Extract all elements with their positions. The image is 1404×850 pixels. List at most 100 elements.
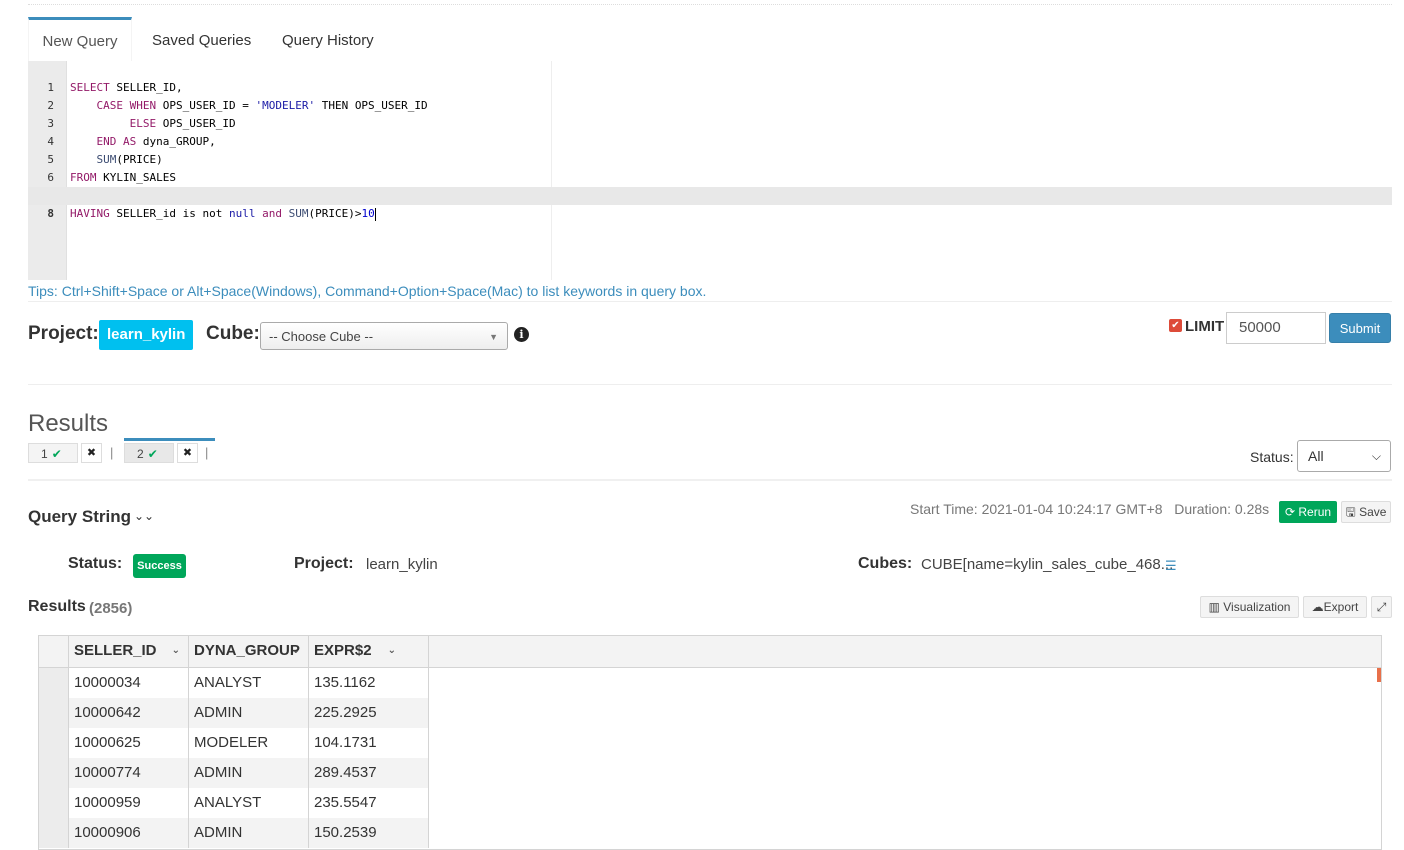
table-cell: 10000774 [69,758,189,788]
code-line: 1 SELECT SELLER_ID, [28,61,1392,94]
project-info-label: Project: [294,555,354,572]
save-label: Save [1359,505,1387,519]
visualization-button[interactable]: ▥ Visualization [1200,596,1299,618]
start-time: Start Time: 2021-01-04 10:24:17 GMT+8 [910,501,1163,517]
column-header-label: SELLER_ID [74,642,157,659]
project-badge[interactable]: learn_kylin [99,320,194,350]
chevron-down-icon[interactable]: ⌄⌄ [134,509,154,523]
chevron-down-icon[interactable]: ⌄ [292,636,300,666]
column-header[interactable]: EXPR$2 ⌄ [309,636,429,667]
tab-separator: | [110,445,114,460]
table-cell: 10000034 [69,668,189,698]
check-icon: ✔ [147,447,158,461]
close-icon[interactable]: ✖ [81,443,102,463]
sql-editor[interactable]: 1 SELECT SELLER_ID, 2 CASE WHEN OPS_USER_… [28,61,1392,280]
row-selector[interactable] [39,758,69,788]
scrollbar-marker[interactable] [1377,668,1381,682]
result-tab-1[interactable]: 1 ✔ [28,443,78,463]
column-header[interactable]: SELLER_ID ⌄ [69,636,189,667]
line-number: 8 [47,207,54,220]
results-count: (2856) [89,600,133,617]
results-heading: Results [28,410,109,437]
close-icon[interactable]: ✖ [177,443,198,463]
grid-header: SELLER_ID ⌄ DYNA_GROUP ⌄ EXPR$2 ⌄ [39,636,1381,668]
row-selector[interactable] [39,788,69,818]
top-divider [28,4,1392,5]
expand-icon[interactable]: ⤢ [1371,596,1392,618]
table-cell: 235.5547 [309,788,429,818]
table-cell: 10000959 [69,788,189,818]
info-icon[interactable]: i [514,327,529,342]
tab-separator: | [205,445,209,460]
table-row[interactable]: 10000642 ADMIN 225.2925 [39,698,429,728]
refresh-icon: ⟳ [1284,505,1296,519]
editor-tips: Tips: Ctrl+Shift+Space or Alt+Space(Wind… [28,283,707,299]
result-tab-2[interactable]: 2 ✔ [124,443,174,463]
table-cell: 225.2925 [309,698,429,728]
code-line: 3 ELSE OPS_USER_ID [28,97,1392,130]
table-cell: 104.1731 [309,728,429,758]
list-icon[interactable]: ☰ [1165,558,1177,574]
row-selector[interactable] [39,668,69,698]
table-row[interactable]: 10000625 MODELER 104.1731 [39,728,429,758]
code-line: 4 END AS dyna_GROUP, [28,115,1392,148]
column-header[interactable]: DYNA_GROUP ⌄ [189,636,309,667]
save-button[interactable]: 🖫 Save [1341,501,1391,523]
result-tab-label: 2 [137,447,144,461]
tab-query-history[interactable]: Query History [282,17,374,61]
chevron-down-icon[interactable]: ⌄ [388,636,396,666]
table-cell: ANALYST [189,668,309,698]
project-info-value: learn_kylin [366,556,438,573]
query-meta: Start Time: 2021-01-04 10:24:17 GMT+8 Du… [910,501,1269,517]
table-cell: 10000625 [69,728,189,758]
column-header-label: DYNA_GROUP [194,642,300,659]
results-grid[interactable]: SELLER_ID ⌄ DYNA_GROUP ⌄ EXPR$2 ⌄ 10000034 … [38,635,1382,850]
floppy-icon: 🖫 [1345,505,1356,519]
project-label: Project: [28,323,99,344]
submit-button[interactable]: Submit [1329,313,1391,343]
row-selector[interactable] [39,698,69,728]
limit-checkbox[interactable]: ✔ [1169,319,1182,332]
column-header-label: EXPR$2 [314,642,372,659]
query-string-title[interactable]: Query String [28,507,131,527]
cube-label: Cube: [206,323,260,344]
duration: Duration: 0.28s [1174,501,1270,517]
limit-label: LIMIT [1185,318,1225,335]
table-cell: MODELER [189,728,309,758]
status-filter-select[interactable]: All ⌵ [1297,440,1391,472]
divider [28,479,1392,481]
chevron-down-icon: ⌵ [1371,449,1381,463]
divider [28,384,1392,385]
rerun-label: Rerun [1298,505,1332,519]
row-select-header [39,636,69,667]
status-label: Status: [68,555,123,572]
table-cell: ADMIN [189,758,309,788]
row-selector[interactable] [39,728,69,758]
table-cell: ADMIN [189,698,309,728]
caret-down-icon: ▼ [489,332,498,342]
export-button[interactable]: ☁Export [1303,596,1367,618]
check-icon: ✔ [51,447,62,461]
chevron-down-icon[interactable]: ⌄ [172,636,180,666]
cube-select-value: -- Choose Cube -- [269,329,374,344]
status-badge: Success [133,554,186,578]
table-cell: ANALYST [189,788,309,818]
code-line: 6 FROM KYLIN_SALES [28,151,1392,184]
rerun-button[interactable]: ⟳ Rerun [1279,501,1337,523]
visualization-label: Visualization [1223,600,1291,614]
code-line: 2 CASE WHEN OPS_USER_ID = 'MODELER' THEN… [28,79,1392,112]
table-cell: 135.1162 [309,668,429,698]
active-tab-indicator [124,438,215,441]
tab-saved-queries[interactable]: Saved Queries [152,17,251,61]
tab-new-query[interactable]: New Query [28,17,132,61]
table-row[interactable]: 10000774 ADMIN 289.4537 [39,758,429,788]
result-tab-label: 1 [41,447,48,461]
cube-select[interactable]: -- Choose Cube -- ▼ [260,322,508,350]
table-cell: 289.4537 [309,758,429,788]
limit-input[interactable]: 50000 [1226,312,1326,344]
cubes-label: Cubes: [858,555,913,572]
table-row[interactable]: 10000034 ANALYST 135.1162 [39,668,429,698]
cubes-value: CUBE[name=kylin_sales_cube_468... [921,556,1174,573]
table-row[interactable]: 10000959 ANALYST 235.5547 [39,788,429,818]
status-filter-value: All [1308,448,1324,464]
